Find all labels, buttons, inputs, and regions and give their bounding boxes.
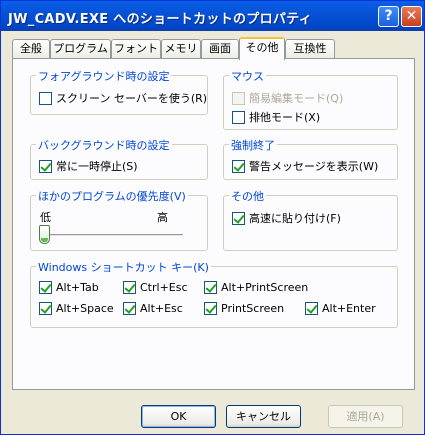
mouse-group: マウス 簡易編集モード(Q) 排他モード(X) xyxy=(223,68,398,130)
fastpaste-box[interactable] xyxy=(232,211,245,225)
screensaver-label: スクリーン セーバーを使う(R) xyxy=(56,92,208,105)
key-alt-enter-checkbox[interactable]: Alt+Enter xyxy=(305,302,376,315)
tab-panel: フォアグラウンド時の設定 スクリーン セーバーを使う(R) マウス 簡易編集モー… xyxy=(12,58,415,390)
tab-misc[interactable]: その他 xyxy=(239,37,285,60)
key-alt-esc-box[interactable] xyxy=(123,302,136,315)
warn-label: 警告メッセージを表示(W) xyxy=(249,160,379,173)
exclusive-mode-label: 排他モード(X) xyxy=(249,111,321,124)
suspend-checkbox[interactable]: 常に一時停止(S) xyxy=(39,158,138,174)
key-ctrl-esc-box[interactable] xyxy=(123,281,136,294)
key-printscreen-label: PrintScreen xyxy=(221,302,285,315)
background-group: バックグラウンド時の設定 常に一時停止(S) xyxy=(30,137,208,180)
background-group-title: バックグラウンド時の設定 xyxy=(36,137,172,153)
key-printscreen-checkbox[interactable]: PrintScreen xyxy=(204,302,284,315)
key-alt-tab-label: Alt+Tab xyxy=(56,281,99,294)
screensaver-box[interactable] xyxy=(39,91,52,105)
help-button[interactable]: ? xyxy=(378,6,399,27)
terminate-group-title: 強制終了 xyxy=(229,137,277,153)
tab-screen[interactable]: 画面 xyxy=(201,39,239,59)
key-alt-tab-box[interactable] xyxy=(39,281,52,294)
key-alt-esc-checkbox[interactable]: Alt+Esc xyxy=(123,302,183,315)
fastpaste-checkbox[interactable]: 高速に貼り付け(F) xyxy=(232,210,341,226)
window-title: JW_CADV.EXE へのショートカットのプロパティ xyxy=(8,12,313,27)
shortcut-keys-group-title: Windows ショートカット キー(K) xyxy=(36,259,211,275)
key-ctrl-esc-checkbox[interactable]: Ctrl+Esc xyxy=(123,281,188,294)
warn-checkbox[interactable]: 警告メッセージを表示(W) xyxy=(232,158,378,174)
priority-low-label: 低 xyxy=(40,211,51,224)
priority-group: ほかのプログラムの優先度(V) 低 高 xyxy=(30,188,208,251)
key-alt-esc-label: Alt+Esc xyxy=(140,302,183,315)
fastpaste-label: 高速に貼り付け(F) xyxy=(249,212,341,225)
tab-general[interactable]: 全般 xyxy=(12,39,50,59)
key-alt-space-checkbox[interactable]: Alt+Space xyxy=(39,302,114,315)
quickedit-checkbox[interactable]: 簡易編集モード(Q) xyxy=(232,90,343,106)
cancel-button[interactable]: キャンセル xyxy=(226,405,301,428)
suspend-box[interactable] xyxy=(39,159,52,173)
shortcut-keys-group: Windows ショートカット キー(K) Alt+Tab Ctrl+Esc A… xyxy=(30,259,398,328)
priority-slider-thumb[interactable] xyxy=(39,225,50,244)
quickedit-box[interactable] xyxy=(232,91,245,105)
tab-memory[interactable]: メモリ xyxy=(161,39,201,59)
apply-button[interactable]: 適用(A) xyxy=(328,405,403,428)
key-alt-printscreen-checkbox[interactable]: Alt+PrintScreen xyxy=(204,281,308,294)
foreground-group: フォアグラウンド時の設定 スクリーン セーバーを使う(R) xyxy=(30,68,208,115)
other-group-title: その他 xyxy=(229,188,266,204)
key-printscreen-box[interactable] xyxy=(204,302,217,315)
key-alt-tab-checkbox[interactable]: Alt+Tab xyxy=(39,281,99,294)
tab-compatibility[interactable]: 互換性 xyxy=(285,39,335,59)
key-alt-space-box[interactable] xyxy=(39,302,52,315)
foreground-group-title: フォアグラウンド時の設定 xyxy=(36,68,172,84)
key-alt-printscreen-box[interactable] xyxy=(204,281,217,294)
key-alt-space-label: Alt+Space xyxy=(56,302,114,315)
help-icon: ? xyxy=(384,8,393,24)
key-alt-enter-box[interactable] xyxy=(305,302,318,315)
priority-high-label: 高 xyxy=(157,211,168,224)
tab-program[interactable]: プログラム xyxy=(50,39,111,59)
screensaver-checkbox[interactable]: スクリーン セーバーを使う(R) xyxy=(39,90,207,106)
priority-group-title: ほかのプログラムの優先度(V) xyxy=(36,188,188,204)
close-icon: ✕ xyxy=(405,8,418,24)
key-alt-enter-label: Alt+Enter xyxy=(322,302,376,315)
key-ctrl-esc-label: Ctrl+Esc xyxy=(140,281,188,294)
properties-window: JW_CADV.EXE へのショートカットのプロパティ ? ✕ 全般 プログラム… xyxy=(0,0,425,435)
close-button[interactable]: ✕ xyxy=(401,6,422,27)
other-group: その他 高速に貼り付け(F) xyxy=(223,188,398,251)
ok-button[interactable]: OK xyxy=(141,405,216,428)
terminate-group: 強制終了 警告メッセージを表示(W) xyxy=(223,137,398,180)
priority-slider-track[interactable] xyxy=(43,234,183,237)
title-bar[interactable]: JW_CADV.EXE へのショートカットのプロパティ ? ✕ xyxy=(1,1,424,31)
quickedit-label: 簡易編集モード(Q) xyxy=(249,92,344,105)
mouse-group-title: マウス xyxy=(229,68,266,84)
suspend-label: 常に一時停止(S) xyxy=(56,160,138,173)
tab-font[interactable]: フォント xyxy=(111,39,161,59)
exclusive-mode-box[interactable] xyxy=(232,110,245,124)
key-alt-printscreen-label: Alt+PrintScreen xyxy=(221,281,309,294)
warn-box[interactable] xyxy=(232,159,245,173)
exclusive-mode-checkbox[interactable]: 排他モード(X) xyxy=(232,109,320,125)
